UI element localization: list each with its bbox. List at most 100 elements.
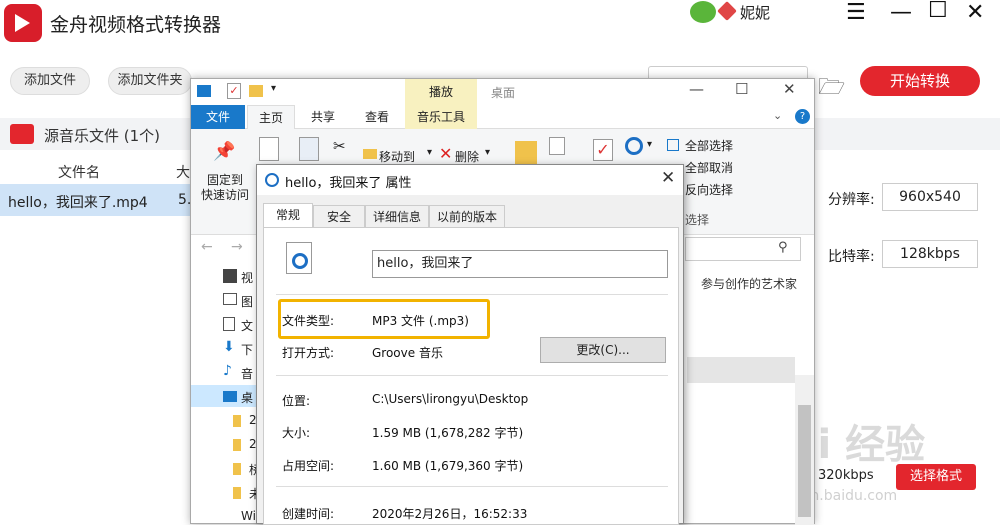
desktop-nav-icon (223, 391, 237, 402)
new-item-icon[interactable] (549, 137, 565, 155)
contributing-artists-column: 参与创作的艺术家 (701, 277, 798, 291)
properties-titlebar: hello，我回来了 属性 ✕ (257, 165, 683, 195)
open-folder-icon[interactable]: 🗁 (818, 70, 845, 108)
pin-quick-access-button[interactable]: 固定到 快速访问 (197, 173, 253, 203)
tab-previous-versions[interactable]: 以前的版本 (429, 205, 505, 227)
source-section-title: 源音乐文件 (1个) (44, 127, 161, 145)
explorer-minimize-icon[interactable]: — (689, 80, 704, 98)
vip-diamond-icon (717, 1, 737, 21)
move-to-button[interactable]: 移动到 (379, 148, 415, 165)
app-logo-icon (4, 4, 42, 42)
resolution-value[interactable]: 960x540 (882, 183, 978, 211)
select-all-button[interactable]: 全部选择 (685, 137, 733, 154)
tab-general[interactable]: 常规 (263, 203, 313, 227)
delete-button[interactable]: 删除 (455, 148, 479, 165)
change-button[interactable]: 更改(C)... (540, 337, 666, 363)
open-with-label: 打开方式: (282, 346, 335, 360)
documents-icon (223, 317, 235, 331)
column-header-filename: 文件名 (58, 165, 100, 181)
file-row-name: hello，我回来了.mp4 (8, 195, 148, 211)
tab-home[interactable]: 主页 (247, 105, 295, 129)
search-icon[interactable]: ⚲ (778, 240, 788, 255)
tab-share[interactable]: 共享 (299, 105, 347, 129)
explorer-search-field[interactable]: ⚲ (685, 237, 801, 261)
open-with-value: Groove 音乐 (372, 346, 443, 360)
desktop-icon (197, 85, 211, 97)
add-folder-button[interactable]: 添加文件夹 (108, 67, 192, 95)
copy-icon[interactable] (259, 137, 279, 161)
explorer-maximize-icon[interactable]: ☐ (735, 80, 748, 98)
bitrate-label: 比特率: (828, 249, 875, 265)
explorer-title: 桌面 (491, 86, 516, 100)
created-label: 创建时间: (282, 507, 335, 521)
menu-icon[interactable]: ☰ (846, 0, 866, 25)
explorer-scroll-thumb[interactable] (798, 405, 811, 517)
select-none-button[interactable]: 全部取消 (685, 159, 733, 176)
tab-security[interactable]: 安全 (313, 205, 365, 227)
folder-icon (233, 415, 241, 427)
file-name-field[interactable]: hello，我回来了 (372, 250, 668, 278)
start-convert-button[interactable]: 开始转换 (860, 66, 980, 96)
delete-dropdown-icon[interactable]: ▾ (485, 147, 490, 158)
location-label: 位置: (282, 394, 311, 408)
move-to-dropdown-icon[interactable]: ▾ (427, 147, 432, 158)
properties-check-icon[interactable]: ✓ (227, 83, 241, 99)
user-name[interactable]: 妮妮 (740, 2, 770, 23)
properties-close-icon[interactable]: ✕ (661, 168, 675, 188)
folder-icon (233, 463, 241, 475)
paste-icon[interactable] (299, 137, 319, 161)
open-icon[interactable] (625, 137, 643, 155)
back-arrow-icon[interactable]: ← (201, 239, 213, 255)
tab-music-tools[interactable]: 音乐工具 (405, 105, 477, 129)
file-type-label: 文件类型: (282, 314, 335, 328)
cut-icon[interactable]: ✂ (333, 137, 346, 155)
folder-icon (233, 439, 241, 451)
move-to-icon (363, 149, 377, 159)
tab-details[interactable]: 详细信息 (365, 205, 429, 227)
downloads-icon: ⬇ (223, 339, 235, 355)
choose-format-button[interactable]: 选择格式 (896, 464, 976, 490)
properties-dialog: hello，我回来了 属性 ✕ 常规 安全 详细信息 以前的版本 hello，我… (256, 164, 684, 525)
invert-selection-button[interactable]: 反向选择 (685, 181, 733, 198)
nav-documents[interactable]: 文 (241, 317, 253, 334)
explorer-close-icon[interactable]: ✕ (783, 80, 796, 98)
divider (276, 294, 668, 295)
music-note-icon: ♪ (223, 363, 232, 379)
bitrate-value[interactable]: 128kbps (882, 240, 978, 268)
maximize-icon[interactable]: ☐ (928, 0, 948, 23)
open-dropdown-icon[interactable]: ▾ (647, 139, 652, 150)
nav-desktop[interactable]: 桌 (241, 389, 253, 406)
size-value: 1.59 MB (1,678,282 字节) (372, 426, 524, 440)
tab-file[interactable]: 文件 (191, 105, 245, 129)
folder-icon[interactable] (249, 85, 263, 97)
help-icon[interactable]: ? (795, 109, 810, 124)
nav-videos[interactable]: 视 (241, 269, 253, 286)
close-icon[interactable]: ✕ (966, 0, 984, 25)
forward-arrow-icon[interactable]: → (231, 239, 243, 255)
tab-view[interactable]: 查看 (353, 105, 401, 129)
nav-windows[interactable]: Wi (241, 509, 256, 523)
disk-size-value: 1.60 MB (1,679,360 字节) (372, 459, 524, 473)
wechat-icon[interactable] (690, 1, 716, 23)
add-file-button[interactable]: 添加文件 (10, 67, 90, 95)
nav-pictures[interactable]: 图 (241, 293, 253, 310)
divider (276, 486, 668, 487)
properties-tabs: 常规 安全 详细信息 以前的版本 (263, 203, 679, 227)
ribbon-tabs: 文件 主页 共享 查看 音乐工具 ⌄ ? (191, 105, 814, 129)
nav-downloads[interactable]: 下 (241, 341, 253, 358)
play-context-tab[interactable]: 播放 (405, 79, 477, 105)
customize-toolbar-icon[interactable]: ▾ (271, 83, 276, 94)
properties-icon[interactable]: ✓ (593, 139, 613, 161)
location-value: C:\Users\lirongyu\Desktop (372, 392, 529, 406)
delete-icon: ✕ (439, 144, 453, 163)
minimize-icon[interactable]: — (890, 0, 912, 25)
explorer-titlebar: ✓ ▾ 播放 桌面 — ☐ ✕ (191, 79, 814, 105)
nav-music[interactable]: 音 (241, 365, 253, 382)
mp3-file-icon (286, 242, 312, 274)
file-list-hover-row (687, 357, 795, 383)
pin-icon[interactable]: 📌 (213, 141, 235, 162)
app-titlebar: 金舟视频格式转换器 妮妮 ☰ — ☐ ✕ (0, 0, 1000, 46)
folder-icon (233, 487, 241, 499)
audio-file-icon (265, 173, 279, 187)
ribbon-collapse-icon[interactable]: ⌄ (773, 109, 782, 122)
